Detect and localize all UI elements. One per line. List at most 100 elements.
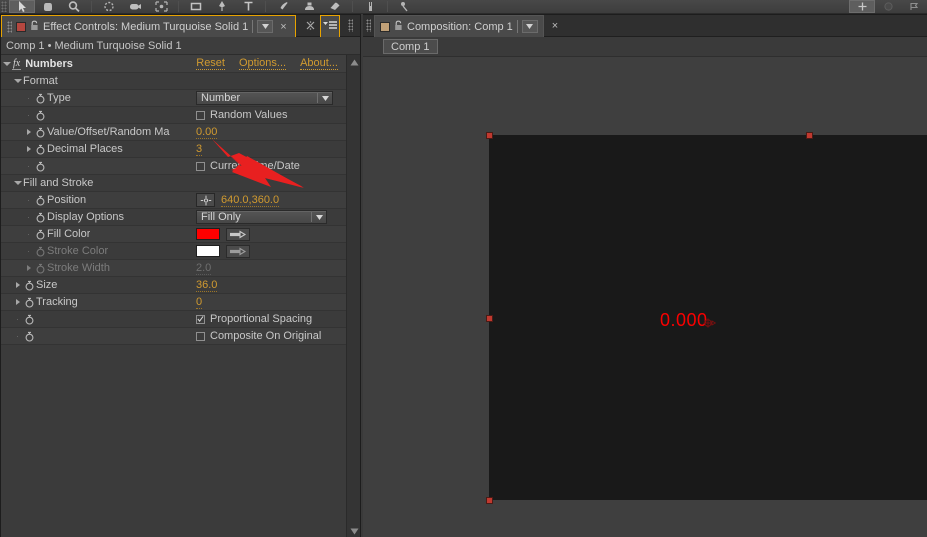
stopwatch-icon[interactable] — [23, 314, 36, 325]
composition-viewer[interactable]: 0.000 — [363, 57, 927, 537]
decimal-twirl-icon[interactable] — [23, 146, 34, 152]
property-size[interactable]: Size 36.0 — [1, 277, 360, 294]
scroll-down-arrow-icon[interactable] — [347, 524, 360, 537]
stopwatch-icon[interactable] — [34, 195, 47, 206]
property-value-offset-random-max[interactable]: Value/Offset/Random Ma 0.00 — [1, 124, 360, 141]
stopwatch-icon[interactable] — [34, 110, 47, 121]
fill-stroke-twirl-icon[interactable] — [12, 181, 23, 185]
stopwatch-icon[interactable] — [34, 93, 47, 104]
rotation-tool-button[interactable] — [96, 0, 122, 13]
puppet-pin-tool-button[interactable] — [392, 0, 418, 13]
options-link[interactable]: Options... — [239, 57, 286, 70]
value-offset-random-max-value[interactable]: 0.00 — [196, 126, 217, 139]
tab-menu-arrow-icon[interactable] — [257, 20, 273, 33]
pen-tool-button[interactable] — [209, 0, 235, 13]
group-format[interactable]: Format — [1, 73, 360, 90]
reset-link[interactable]: Reset — [196, 57, 225, 70]
stopwatch-icon[interactable] — [34, 144, 47, 155]
panel-grip-handle[interactable] — [340, 15, 360, 36]
random-values-checkbox[interactable] — [196, 111, 205, 120]
selection-tool-button[interactable] — [9, 0, 35, 13]
stroke-width-value[interactable]: 2.0 — [196, 262, 211, 275]
decimal-places-value[interactable]: 3 — [196, 143, 202, 156]
panel-menu-button[interactable] — [320, 15, 340, 37]
roto-brush-tool-button[interactable] — [357, 0, 383, 13]
tab-effect-controls[interactable]: Effect Controls: Medium Turquoise Solid … — [1, 15, 296, 37]
layer-handle-middle-left[interactable] — [486, 315, 493, 322]
property-display-options[interactable]: · Display Options Fill Only — [1, 209, 360, 226]
stopwatch-icon[interactable] — [34, 229, 47, 240]
comp-tab-close-button[interactable]: × — [549, 20, 561, 32]
stroke-color-eyedropper-button[interactable] — [226, 245, 250, 258]
tracking-value[interactable]: 0 — [196, 296, 202, 309]
effect-panel-scrollbar[interactable] — [346, 55, 360, 537]
size-value[interactable]: 36.0 — [196, 279, 217, 292]
stopwatch-icon[interactable] — [23, 331, 36, 342]
type-dropdown[interactable]: Number — [196, 91, 333, 105]
lock-icon[interactable] — [30, 20, 39, 34]
layer-handle-bottom-left[interactable] — [486, 497, 493, 504]
brush-tool-button[interactable] — [270, 0, 296, 13]
workspace-button[interactable] — [849, 0, 875, 13]
value-twirl-icon[interactable] — [23, 129, 34, 135]
current-time-date-checkbox[interactable] — [196, 162, 205, 171]
camera-tool-button[interactable] — [122, 0, 148, 13]
stopwatch-icon[interactable] — [23, 280, 36, 291]
proportional-spacing-checkbox[interactable] — [196, 315, 205, 324]
shape-tool-button[interactable] — [183, 0, 209, 13]
layer-handle-top-left[interactable] — [486, 132, 493, 139]
stroke-width-twirl-icon[interactable] — [23, 265, 34, 271]
property-stroke-width[interactable]: Stroke Width 2.0 — [1, 260, 360, 277]
composition-canvas[interactable]: 0.000 — [489, 135, 927, 500]
pan-behind-tool-button[interactable] — [148, 0, 174, 13]
composite-on-original-checkbox[interactable] — [196, 332, 205, 341]
zoom-tool-button[interactable] — [61, 0, 87, 13]
property-position[interactable]: · Position 640.0,360.0 — [1, 192, 360, 209]
scroll-up-arrow-icon[interactable] — [347, 55, 360, 69]
group-fill-and-stroke[interactable]: Fill and Stroke — [1, 175, 360, 192]
subtab-comp-1[interactable]: Comp 1 — [383, 39, 438, 54]
type-tool-button[interactable] — [235, 0, 261, 13]
property-fill-color[interactable]: · Fill Color — [1, 226, 360, 243]
property-stroke-color[interactable]: · Stroke Color — [1, 243, 360, 260]
tab-close-button[interactable]: × — [277, 21, 289, 33]
property-current-time-date[interactable]: · Current Time/Date — [1, 158, 360, 175]
tab-grip-icon[interactable] — [7, 21, 12, 33]
property-random-values[interactable]: · Random Values — [1, 107, 360, 124]
property-stroke-color-label: Stroke Color — [47, 245, 108, 257]
clone-stamp-tool-button[interactable] — [296, 0, 322, 13]
property-tracking[interactable]: Tracking 0 — [1, 294, 360, 311]
hand-tool-button[interactable] — [35, 0, 61, 13]
position-value[interactable]: 640.0,360.0 — [221, 194, 279, 207]
display-options-dropdown[interactable]: Fill Only — [196, 210, 327, 224]
comp-tab-grip-icon[interactable] — [366, 19, 371, 32]
tracking-twirl-icon[interactable] — [12, 299, 23, 305]
effect-twirl-icon[interactable] — [1, 62, 12, 66]
property-proportional-spacing[interactable]: · Proportional Spacing — [1, 311, 360, 328]
lock-icon[interactable] — [394, 20, 403, 34]
property-type[interactable]: · Type Number — [1, 90, 360, 107]
layer-handle-top-center[interactable] — [806, 132, 813, 139]
property-composite-on-original[interactable]: · Composite On Original — [1, 328, 360, 345]
fill-color-eyedropper-button[interactable] — [226, 228, 250, 241]
position-picker-button[interactable] — [196, 193, 215, 207]
format-twirl-icon[interactable] — [12, 79, 23, 83]
eraser-tool-button[interactable] — [322, 0, 348, 13]
effect-header-numbers[interactable]: fx Numbers Reset Options... About... — [1, 55, 360, 73]
search-help-button[interactable] — [901, 0, 927, 13]
stopwatch-icon[interactable] — [34, 161, 47, 172]
workspace-dot-button[interactable] — [875, 0, 901, 13]
stroke-color-swatch[interactable] — [196, 245, 220, 257]
stopwatch-icon[interactable] — [34, 212, 47, 223]
comp-tab-menu-arrow-icon[interactable] — [522, 20, 538, 33]
anchor-point-icon[interactable] — [702, 317, 716, 332]
tab-composition[interactable]: Composition: Comp 1 — [374, 15, 544, 37]
panel-close-x-button[interactable] — [300, 15, 320, 36]
about-link[interactable]: About... — [300, 57, 338, 70]
stopwatch-icon[interactable] — [34, 127, 47, 138]
property-decimal-places[interactable]: Decimal Places 3 — [1, 141, 360, 158]
toolbar-grip[interactable] — [1, 1, 7, 12]
stopwatch-icon[interactable] — [23, 297, 36, 308]
size-twirl-icon[interactable] — [12, 282, 23, 288]
fill-color-swatch[interactable] — [196, 228, 220, 240]
